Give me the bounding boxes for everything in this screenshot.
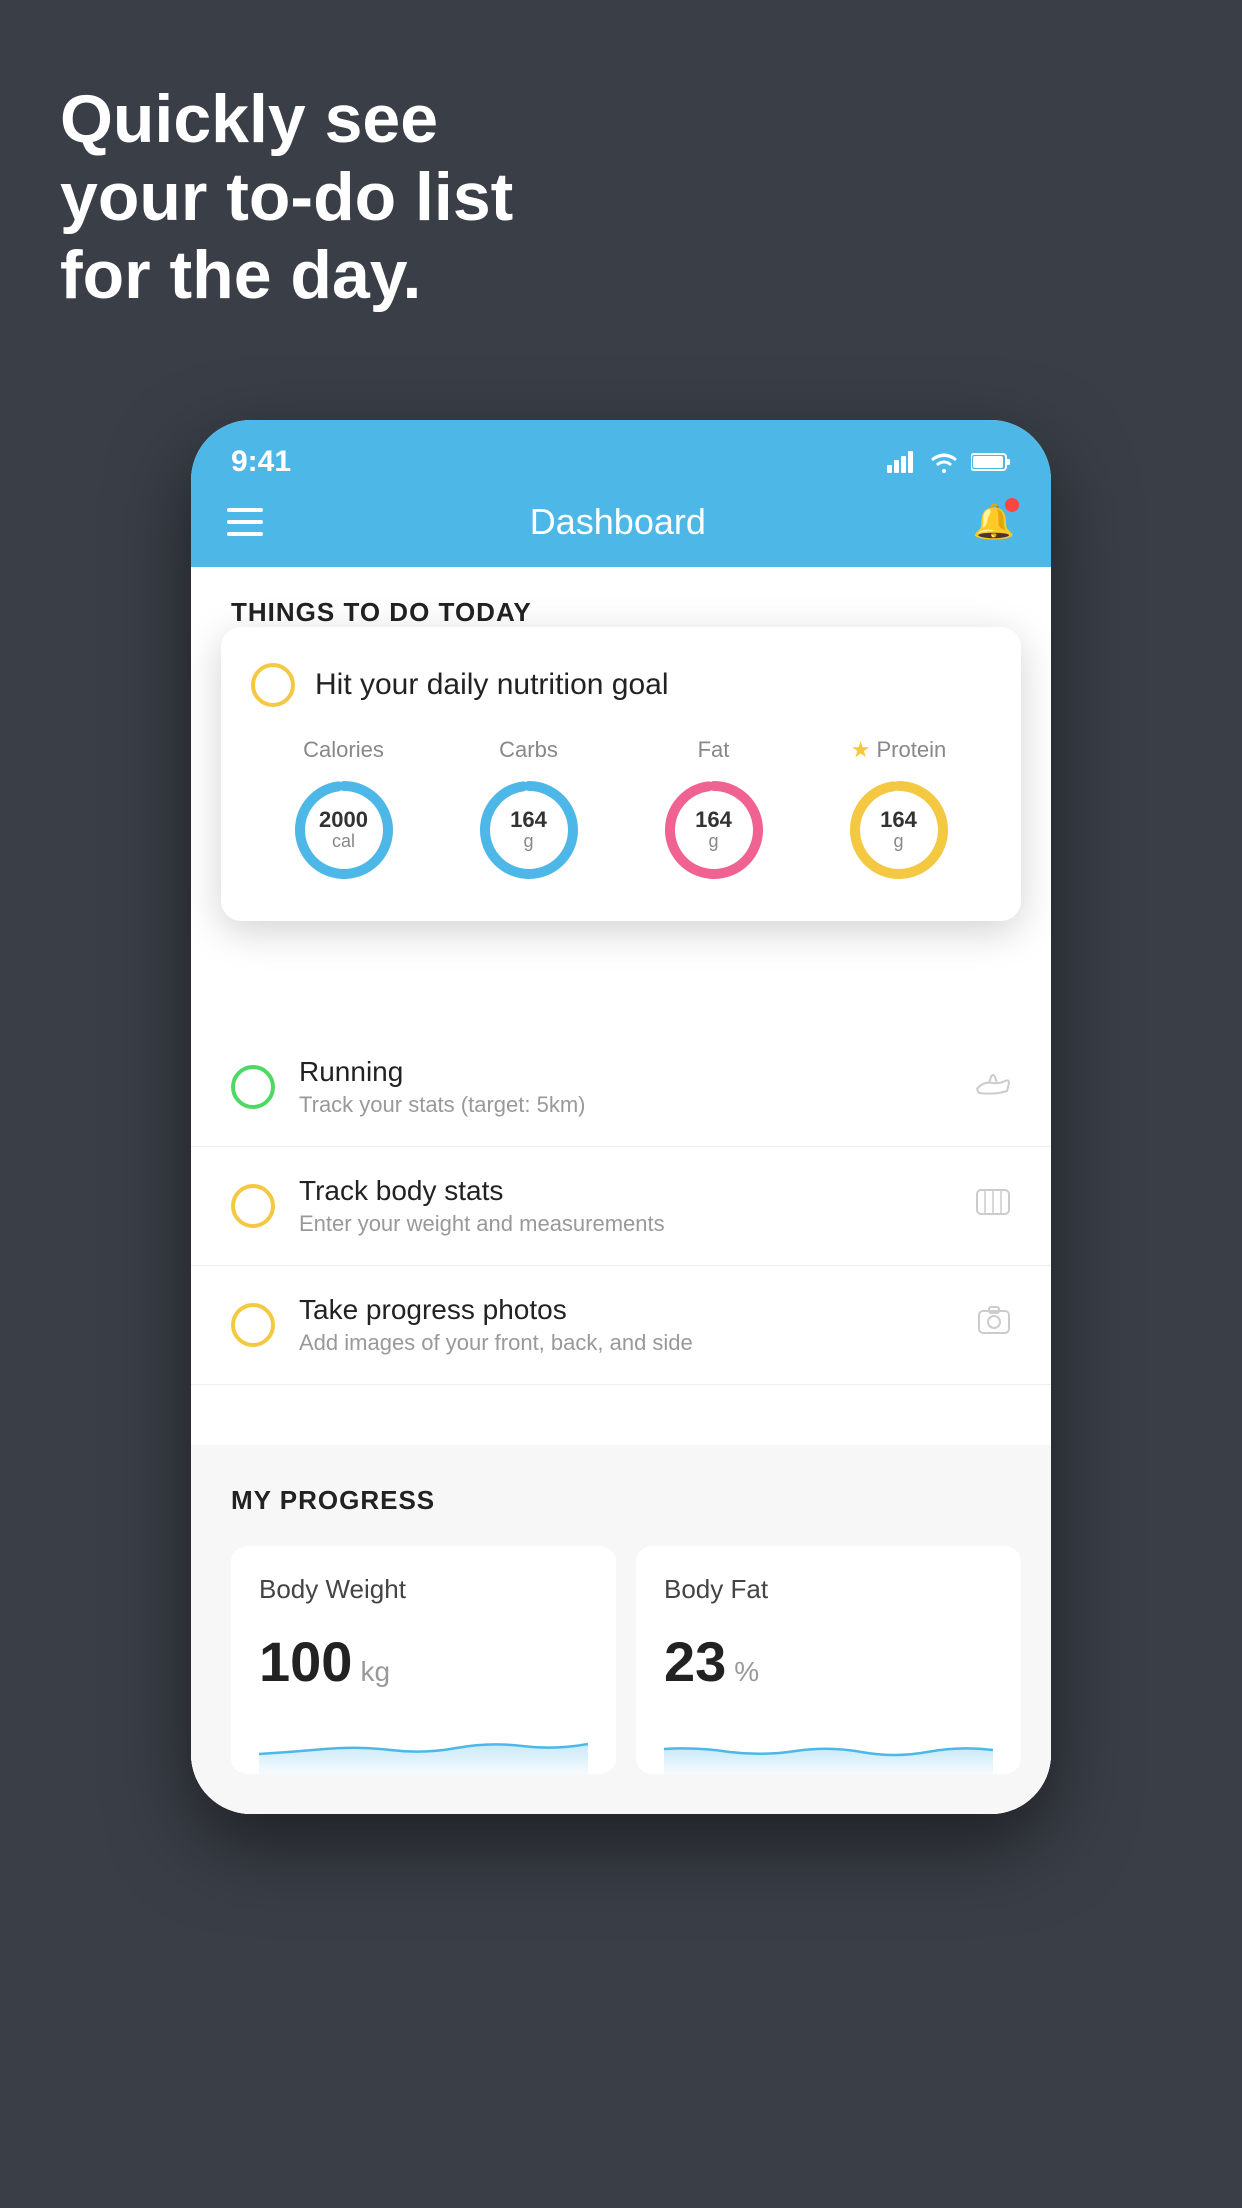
status-time: 9:41	[231, 445, 291, 479]
fat-label: Fat	[698, 737, 730, 763]
calories-value: 2000 cal	[319, 808, 368, 852]
nutrition-circles: Calories 2000 cal Carbs	[251, 737, 991, 885]
calories-donut: 2000 cal	[289, 775, 399, 885]
phone-content: THINGS TO DO TODAY Hit your daily nutrit…	[191, 567, 1051, 1814]
body-weight-title: Body Weight	[259, 1574, 588, 1605]
nav-bar: Dashboard 🔔	[191, 485, 1051, 567]
hamburger-line	[227, 520, 263, 524]
protein-value: 164 g	[880, 808, 917, 852]
hero-line1: Quickly see	[60, 80, 513, 158]
todo-circle-photos	[231, 1303, 275, 1347]
body-weight-chart	[259, 1714, 588, 1774]
shoe-icon	[975, 1069, 1011, 1105]
todo-title-running: Running	[299, 1056, 951, 1088]
nutrition-card: Hit your daily nutrition goal Calories 2…	[221, 627, 1021, 921]
hamburger-button[interactable]	[227, 508, 263, 536]
status-icons	[887, 451, 1011, 473]
nutrition-card-title: Hit your daily nutrition goal	[315, 668, 669, 702]
progress-section: MY PROGRESS Body Weight 100 kg	[191, 1445, 1051, 1814]
todo-text-photos: Take progress photos Add images of your …	[299, 1294, 953, 1356]
progress-header: MY PROGRESS	[231, 1485, 1021, 1516]
wifi-icon	[929, 451, 959, 473]
hero-line2: your to-do list	[60, 158, 513, 236]
notification-dot	[1005, 498, 1019, 512]
body-fat-chart	[664, 1714, 993, 1774]
todo-title-photos: Take progress photos	[299, 1294, 953, 1326]
signal-icon	[887, 451, 917, 473]
carbs-label: Carbs	[499, 737, 558, 763]
todo-item-photos[interactable]: Take progress photos Add images of your …	[191, 1266, 1051, 1385]
battery-icon	[971, 451, 1011, 473]
fat-donut: 164 g	[659, 775, 769, 885]
todo-item-body-stats[interactable]: Track body stats Enter your weight and m…	[191, 1147, 1051, 1266]
body-fat-title: Body Fat	[664, 1574, 993, 1605]
todo-subtitle-running: Track your stats (target: 5km)	[299, 1092, 951, 1118]
nutrition-item-protein: ★ Protein 164 g	[844, 737, 954, 885]
progress-cards: Body Weight 100 kg	[231, 1546, 1021, 1774]
phone-mockup: 9:41	[191, 420, 1051, 1814]
body-weight-value: 100	[259, 1629, 352, 1694]
progress-card-fat: Body Fat 23 %	[636, 1546, 1021, 1774]
nutrition-card-header: Hit your daily nutrition goal	[251, 663, 991, 707]
todo-text-running: Running Track your stats (target: 5km)	[299, 1056, 951, 1118]
spacer	[191, 1385, 1051, 1445]
nutrition-item-fat: Fat 164 g	[659, 737, 769, 885]
protein-label: ★ Protein	[851, 737, 946, 763]
nav-title: Dashboard	[530, 501, 706, 543]
progress-card-weight: Body Weight 100 kg	[231, 1546, 616, 1774]
nutrition-item-carbs: Carbs 164 g	[474, 737, 584, 885]
photo-icon	[977, 1305, 1011, 1345]
todo-title-body-stats: Track body stats	[299, 1175, 951, 1207]
body-fat-value-row: 23 %	[664, 1629, 993, 1694]
calories-label: Calories	[303, 737, 384, 763]
nutrition-item-calories: Calories 2000 cal	[289, 737, 399, 885]
todo-item-running[interactable]: Running Track your stats (target: 5km)	[191, 1028, 1051, 1147]
body-weight-value-row: 100 kg	[259, 1629, 588, 1694]
hero-line3: for the day.	[60, 236, 513, 314]
protein-donut: 164 g	[844, 775, 954, 885]
carbs-donut: 164 g	[474, 775, 584, 885]
hero-text: Quickly see your to-do list for the day.	[60, 80, 513, 315]
fat-value: 164 g	[695, 808, 732, 852]
todo-text-body-stats: Track body stats Enter your weight and m…	[299, 1175, 951, 1237]
body-weight-unit: kg	[360, 1656, 390, 1688]
hamburger-line	[227, 532, 263, 536]
todo-subtitle-body-stats: Enter your weight and measurements	[299, 1211, 951, 1237]
status-bar: 9:41	[191, 420, 1051, 485]
nutrition-status-circle	[251, 663, 295, 707]
body-fat-unit: %	[734, 1656, 759, 1688]
hamburger-line	[227, 508, 263, 512]
scale-icon	[975, 1186, 1011, 1226]
bell-button[interactable]: 🔔	[973, 502, 1015, 542]
body-fat-value: 23	[664, 1629, 726, 1694]
star-icon: ★	[851, 737, 871, 763]
todo-list: Running Track your stats (target: 5km) T…	[191, 1028, 1051, 1814]
carbs-value: 164 g	[510, 808, 547, 852]
todo-circle-body-stats	[231, 1184, 275, 1228]
todo-subtitle-photos: Add images of your front, back, and side	[299, 1330, 953, 1356]
todo-circle-running	[231, 1065, 275, 1109]
